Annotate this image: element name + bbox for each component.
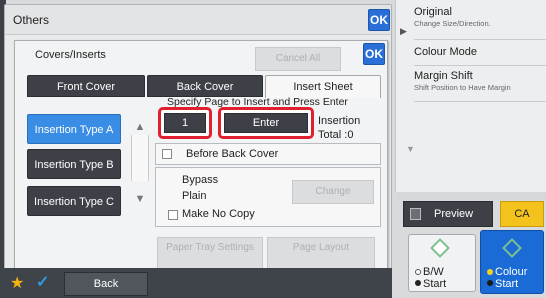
paper-source: Bypass (182, 174, 219, 186)
others-title-bar: Others OK (5, 5, 391, 35)
original-setting[interactable]: Original Change Size/Direction. (414, 6, 546, 40)
list-scrollbar[interactable] (131, 135, 149, 181)
margin-shift-subtitle: Shift Position to Have Margin (414, 83, 511, 92)
scroll-down-arrow-icon[interactable]: ▼ (406, 144, 415, 154)
bw-indicator-dot (415, 269, 421, 275)
favorite-star-icon[interactable]: ★ (10, 273, 24, 293)
margin-shift-title: Margin Shift (414, 70, 473, 82)
bw-start-label-1: B/W (423, 266, 444, 278)
enter-button[interactable]: Enter (224, 113, 308, 133)
page-layout-button[interactable]: Page Layout (267, 237, 375, 271)
paper-settings-box: Bypass Plain Make No Copy Change (155, 167, 381, 227)
paper-tray-settings-button[interactable]: Paper Tray Settings (157, 237, 263, 271)
tab-insert-sheet[interactable]: Insert Sheet (265, 75, 381, 98)
tab-back-cover[interactable]: Back Cover (147, 75, 263, 97)
colour-start-label-2: Start (495, 278, 519, 290)
enter-highlight: Enter (218, 107, 314, 139)
clear-all-button[interactable]: CA (500, 201, 544, 227)
margin-shift-setting[interactable]: Margin Shift Shift Position to Have Marg… (414, 68, 546, 102)
before-back-cover-checkbox[interactable] (162, 149, 172, 159)
preview-button[interactable]: Preview (403, 201, 493, 227)
make-no-copy-checkbox[interactable] (168, 210, 178, 220)
covers-ok-button[interactable]: OK (363, 43, 385, 65)
start-diamond-icon (430, 238, 450, 258)
insertion-type-c-button[interactable]: Insertion Type C (27, 186, 121, 216)
insertion-type-b-button[interactable]: Insertion Type B (27, 149, 121, 179)
insertion-label: Insertion (318, 115, 361, 127)
colour-start-label-1: Colour (495, 266, 528, 278)
insertion-total: Total :0 (318, 129, 354, 141)
covers-inserts-dialog: Covers/Inserts Cancel All OK Front Cover… (14, 40, 388, 272)
checkmark-icon[interactable]: ✓ (36, 272, 49, 292)
bw-indicator-dot-2 (415, 280, 421, 286)
others-ok-button[interactable]: OK (368, 9, 390, 31)
page-number-input[interactable]: 1 (164, 113, 206, 133)
back-button[interactable]: Back (64, 272, 148, 296)
copier-screen: Others OK ▶ Original Change Size/Directi… (0, 0, 546, 298)
make-no-copy-label: Make No Copy (182, 208, 255, 220)
original-title: Original (414, 6, 452, 18)
colour-start-button[interactable]: Colour Start (480, 230, 544, 294)
bottom-bar: ★ ✓ Back (0, 268, 392, 298)
expand-arrow-icon: ▶ (400, 26, 407, 36)
start-diamond-icon (502, 238, 522, 258)
preview-icon (410, 208, 421, 220)
paper-type: Plain (182, 190, 207, 202)
scroll-down-arrow-icon[interactable]: ▼ (131, 193, 149, 205)
colour-indicator-dot (487, 269, 493, 275)
right-settings-panel: ▶ Original Change Size/Direction. Colour… (395, 0, 546, 192)
change-button[interactable]: Change (292, 180, 374, 204)
bw-start-label-2: Start (423, 278, 447, 290)
others-title: Others (13, 13, 50, 27)
tab-front-cover[interactable]: Front Cover (27, 75, 145, 97)
page-input-highlight: 1 (158, 107, 212, 139)
before-back-cover-label: Before Back Cover (186, 148, 279, 160)
original-subtitle: Change Size/Direction. (414, 19, 491, 28)
before-back-cover-row[interactable]: Before Back Cover (155, 143, 381, 165)
colour-indicator-dot-2 (487, 280, 493, 286)
insertion-type-a-button[interactable]: Insertion Type A (27, 114, 121, 144)
bw-start-button[interactable]: B/W Start (408, 234, 476, 292)
cancel-all-button[interactable]: Cancel All (255, 47, 341, 71)
preview-label: Preview (434, 208, 474, 220)
colour-mode-setting[interactable]: Colour Mode (414, 42, 546, 66)
panel-divider (397, 192, 546, 200)
colour-mode-title: Colour Mode (414, 46, 477, 58)
covers-inserts-title: Covers/Inserts (35, 49, 106, 61)
scroll-up-arrow-icon[interactable]: ▲ (131, 121, 149, 133)
